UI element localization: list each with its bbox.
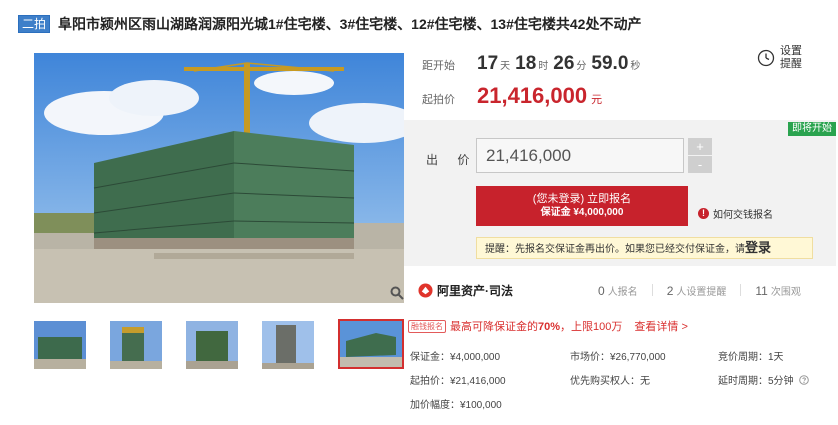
countdown: 距开始 17 天 18 时 26 分 59.0 秒 (422, 53, 645, 75)
login-link[interactable]: 登录 (745, 240, 771, 255)
signup-number: 0 (598, 283, 605, 298)
tip-text: 提醒：先报名交保证金再出价。如果您已经交付保证金，请 (485, 244, 745, 255)
start-price-label: 起拍价 (422, 94, 455, 106)
register-button[interactable]: (您未登录) 立即报名 保证金 ¥4,000,000 (476, 186, 688, 226)
reminder-label-2: 提醒 (780, 58, 802, 70)
start-price-unit: 元 (591, 94, 603, 106)
auction-round-tag: 二拍 (18, 15, 51, 33)
help-icon[interactable] (799, 375, 810, 385)
deposit-loan-promo: 融钱报名 最高可降保证金的70%，上限100万 查看详情 > (408, 318, 688, 334)
period-info: 竞价周期：1天 (718, 352, 784, 363)
view-count: 11 次围观 (755, 283, 800, 298)
alibaba-logo-icon (418, 282, 433, 298)
promo-text-post: ，上限100万 (560, 321, 623, 333)
search-zoom-icon[interactable] (390, 286, 404, 300)
promo-details-link[interactable]: 查看详情 > (634, 318, 687, 334)
countdown-minutes: 26 (553, 53, 575, 74)
brand-name: 阿里资产·司法 (437, 283, 513, 298)
view-label: 次围观 (770, 286, 801, 298)
reminder-count-label: 人设置提醒 (676, 286, 727, 298)
set-reminder-button[interactable]: 设置 提醒 (757, 45, 802, 71)
start-price-value: 21,416,000 (477, 83, 588, 108)
stats-bar: 阿里资产·司法 0 人报名 2 人设置提醒 11 次围观 (404, 278, 836, 302)
register-deposit: 保证金 ¥4,000,000 (540, 207, 624, 218)
promo-tag: 融钱报名 (408, 319, 446, 333)
thumbnail-3[interactable] (186, 321, 238, 369)
divider (651, 284, 653, 296)
status-badge: 即将开始 (788, 122, 836, 136)
reminder-number: 2 (666, 283, 674, 298)
how-to-pay-link[interactable]: ! 如何交钱报名 (698, 206, 773, 221)
bid-label: 出 价 (426, 153, 478, 167)
promo-text-pre: 最高可降保证金的 (450, 321, 538, 333)
priority-info: 优先购买权人：无 (570, 376, 650, 387)
countdown-hours-unit: 时 (538, 61, 549, 72)
bid-stepper: + - (688, 138, 712, 173)
promo-text: 最高可降保证金的70%，上限100万 (450, 318, 622, 334)
brand[interactable]: 阿里资产·司法 (418, 282, 598, 299)
register-label: (您未登录) 立即报名 (532, 193, 632, 205)
info-icon: ! (698, 208, 709, 219)
view-number: 11 (755, 283, 768, 298)
login-tip: 提醒：先报名交保证金再出价。如果您已经交付保证金，请登录 (476, 237, 813, 259)
delay-text: 延时周期：5分钟 (718, 376, 794, 387)
page-title: 阜阳市颍州区雨山湖路润源阳光城1#住宅楼、3#住宅楼、12#住宅楼、13#住宅楼… (58, 16, 642, 32)
reminder-count: 2 人设置提醒 (667, 283, 727, 298)
clock-icon (757, 49, 775, 67)
countdown-seconds: 59.0 (591, 53, 629, 74)
countdown-seconds-unit: 秒 (630, 61, 641, 72)
countdown-label: 距开始 (422, 60, 455, 72)
deposit-info: 保证金：¥4,000,000 (410, 352, 501, 363)
countdown-days: 17 (477, 53, 499, 74)
decrease-bid-button[interactable]: - (688, 156, 712, 173)
reminder-label-1: 设置 (780, 45, 802, 57)
thumbnail-4[interactable] (262, 321, 314, 369)
thumbnail-1[interactable] (34, 321, 86, 369)
delay-info: 延时周期：5分钟 (718, 372, 810, 387)
increase-bid-button[interactable]: + (688, 138, 712, 155)
how-to-pay-label: 如何交钱报名 (713, 210, 773, 221)
countdown-minutes-unit: 分 (576, 61, 587, 72)
signup-count: 0 人报名 (598, 283, 638, 298)
countdown-days-unit: 天 (500, 61, 511, 72)
title-bar: 二拍 阜阳市颍州区雨山湖路润源阳光城1#住宅楼、3#住宅楼、12#住宅楼、13#… (18, 13, 641, 35)
thumbnail-2[interactable] (110, 321, 162, 369)
countdown-hours: 18 (515, 53, 537, 74)
increment-info: 加价幅度：¥100,000 (410, 400, 502, 411)
main-photo[interactable] (34, 53, 404, 303)
bid-amount-input[interactable]: 21,416,000 (476, 138, 684, 173)
market-price-info: 市场价：¥26,770,000 (570, 352, 666, 363)
bid-box: 即将开始 出 价 21,416,000 + - (您未登录) 立即报名 保证金 … (404, 120, 836, 266)
signup-label: 人报名 (607, 286, 638, 298)
thumbnail-5-selected[interactable] (338, 319, 404, 369)
divider (740, 284, 742, 296)
start-price-row: 起拍价 21,416,000 元 (422, 83, 602, 109)
start-price-info: 起拍价：¥21,416,000 (410, 376, 506, 387)
promo-percent: 70% (538, 321, 561, 333)
